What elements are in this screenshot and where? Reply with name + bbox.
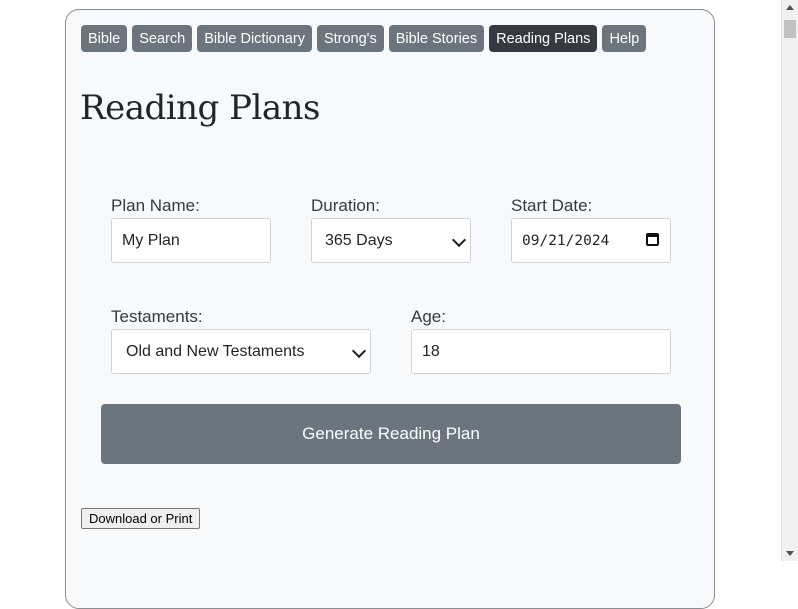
plan-name-value: My Plan (122, 231, 180, 249)
start-date-label: Start Date: (511, 196, 593, 215)
nav-bible-button[interactable]: Bible (81, 25, 128, 52)
calendar-icon[interactable] (646, 233, 659, 246)
generate-reading-plan-button[interactable]: Generate Reading Plan (101, 404, 681, 464)
nav-strongs-button[interactable]: Strong's (316, 25, 384, 52)
plan-name-input[interactable]: My Plan (111, 218, 271, 263)
duration-select[interactable]: 365 Days (311, 218, 471, 263)
scroll-down-arrow-icon[interactable] (786, 551, 794, 556)
start-date-input[interactable]: 09/21/2024 (511, 218, 671, 263)
duration-value: 365 Days (325, 231, 393, 249)
age-label: Age: (411, 307, 446, 326)
testaments-label: Testaments: (111, 307, 203, 326)
nav-bible-dictionary-button[interactable]: Bible Dictionary (197, 25, 312, 52)
page-title: Reading Plans (80, 88, 320, 128)
testaments-value: Old and New Testaments (126, 342, 305, 360)
plan-name-label: Plan Name: (111, 196, 200, 215)
chevron-down-icon (451, 232, 467, 247)
main-card: Bible Search Bible Dictionary Strong's B… (65, 9, 715, 609)
nav-reading-plans-button[interactable]: Reading Plans (489, 25, 598, 52)
duration-label: Duration: (311, 196, 380, 215)
chevron-down-icon (351, 343, 367, 358)
nav-bible-stories-button[interactable]: Bible Stories (388, 25, 485, 52)
download-or-print-button[interactable]: Download or Print (81, 508, 201, 529)
top-nav: Bible Search Bible Dictionary Strong's B… (81, 25, 647, 52)
age-input[interactable]: 18 (411, 329, 671, 374)
start-date-value: 09/21/2024 (522, 232, 610, 249)
scrollbar-thumb[interactable] (784, 20, 796, 38)
scroll-up-arrow-icon[interactable] (786, 5, 794, 10)
age-value: 18 (422, 342, 440, 360)
vertical-scrollbar[interactable] (781, 0, 798, 561)
testaments-select[interactable]: Old and New Testaments (111, 329, 371, 374)
nav-help-button[interactable]: Help (602, 25, 647, 52)
nav-search-button[interactable]: Search (132, 25, 193, 52)
